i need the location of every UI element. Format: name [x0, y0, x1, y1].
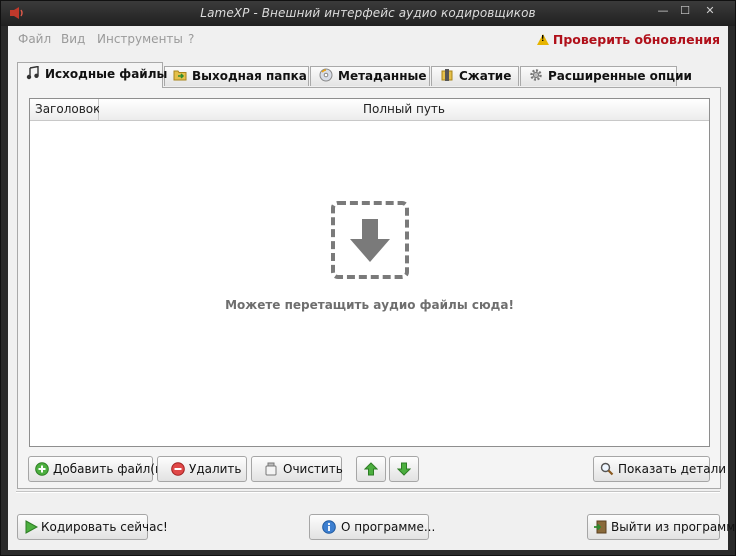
- exit-button[interactable]: Выйти из программы: [587, 514, 736, 540]
- menu-file[interactable]: Файл: [18, 32, 51, 46]
- file-list[interactable]: Заголовок Полный путь Можете перетащить …: [29, 98, 710, 447]
- arrow-up-green-icon: [364, 462, 378, 476]
- column-header-title[interactable]: Заголовок: [30, 99, 100, 121]
- remove-label: Удалить: [189, 462, 242, 476]
- about-label: О программе...: [341, 520, 436, 534]
- play-green-icon: [25, 520, 38, 534]
- tab-advanced-options-label: Расширенные опции: [548, 69, 692, 83]
- tab-source-files[interactable]: Исходные файлы: [17, 62, 167, 88]
- tab-output-folder-label: Выходная папка: [192, 69, 307, 83]
- drop-zone: [331, 201, 409, 279]
- encode-now-button[interactable]: Кодировать сейчас!: [17, 514, 168, 540]
- menu-tools[interactable]: Инструменты: [97, 32, 183, 46]
- add-files-button[interactable]: Добавить файл(ы): [28, 456, 169, 482]
- move-up-button[interactable]: [356, 456, 386, 482]
- show-details-button[interactable]: Показать детали: [593, 456, 726, 482]
- maximize-button[interactable]: ☐: [674, 3, 696, 19]
- warning-icon: [536, 34, 549, 45]
- menu-view[interactable]: Вид: [61, 32, 85, 46]
- close-button[interactable]: ✕: [699, 3, 721, 19]
- exit-icon: [594, 520, 607, 534]
- main-window: LameXP - Внешний интерфейс аудио кодиров…: [0, 0, 736, 556]
- download-arrow-icon: [350, 219, 390, 262]
- menu-help[interactable]: ?: [188, 32, 194, 46]
- menu-bar: Файл Вид Инструменты ? Проверить обновле…: [8, 26, 728, 50]
- drop-hint-text: Можете перетащить аудио файлы сюда!: [225, 298, 514, 312]
- clear-icon: [265, 462, 277, 476]
- about-button[interactable]: О программе...: [309, 514, 435, 540]
- tab-source-files-label: Исходные файлы: [45, 67, 168, 81]
- show-details-label: Показать детали: [618, 462, 727, 476]
- arrow-down-green-icon: [397, 462, 411, 476]
- tab-metadata[interactable]: Метаданные: [310, 66, 430, 86]
- clear-label: Очистить: [283, 462, 343, 476]
- check-updates-link[interactable]: Проверить обновления: [536, 32, 720, 47]
- remove-button[interactable]: Удалить: [157, 456, 247, 482]
- check-updates-label: Проверить обновления: [552, 32, 720, 47]
- move-down-button[interactable]: [389, 456, 419, 482]
- tab-output-folder[interactable]: Выходная папка: [164, 66, 309, 86]
- gear-icon: [530, 69, 542, 81]
- folder-arrow-icon: [173, 70, 187, 81]
- tab-compression[interactable]: Сжатие: [431, 66, 519, 86]
- separator: [16, 491, 720, 493]
- magnifier-icon: [600, 462, 614, 476]
- music-note-icon: [26, 66, 39, 80]
- window-title: LameXP - Внешний интерфейс аудио кодиров…: [200, 6, 536, 20]
- tab-advanced-options[interactable]: Расширенные опции: [520, 66, 692, 86]
- exit-label: Выйти из программы: [611, 520, 736, 534]
- info-icon: [322, 520, 336, 534]
- cd-disc-icon: [319, 68, 333, 82]
- encode-now-label: Кодировать сейчас!: [41, 520, 168, 534]
- remove-red-icon: [171, 462, 185, 476]
- add-files-label: Добавить файл(ы): [53, 462, 170, 476]
- add-green-icon: [35, 462, 49, 476]
- column-header-full-path[interactable]: Полный путь: [99, 99, 709, 121]
- source-files-panel: Заголовок Полный путь Можете перетащить …: [17, 87, 726, 489]
- client-area: Файл Вид Инструменты ? Проверить обновле…: [8, 26, 736, 550]
- clear-button[interactable]: Очистить: [251, 456, 343, 482]
- tab-metadata-label: Метаданные: [338, 69, 427, 83]
- title-bar[interactable]: LameXP - Внешний интерфейс аудио кодиров…: [1, 1, 735, 26]
- tab-compression-label: Сжатие: [459, 69, 512, 83]
- compress-icon: [441, 69, 453, 81]
- minimize-button[interactable]: —: [652, 3, 674, 19]
